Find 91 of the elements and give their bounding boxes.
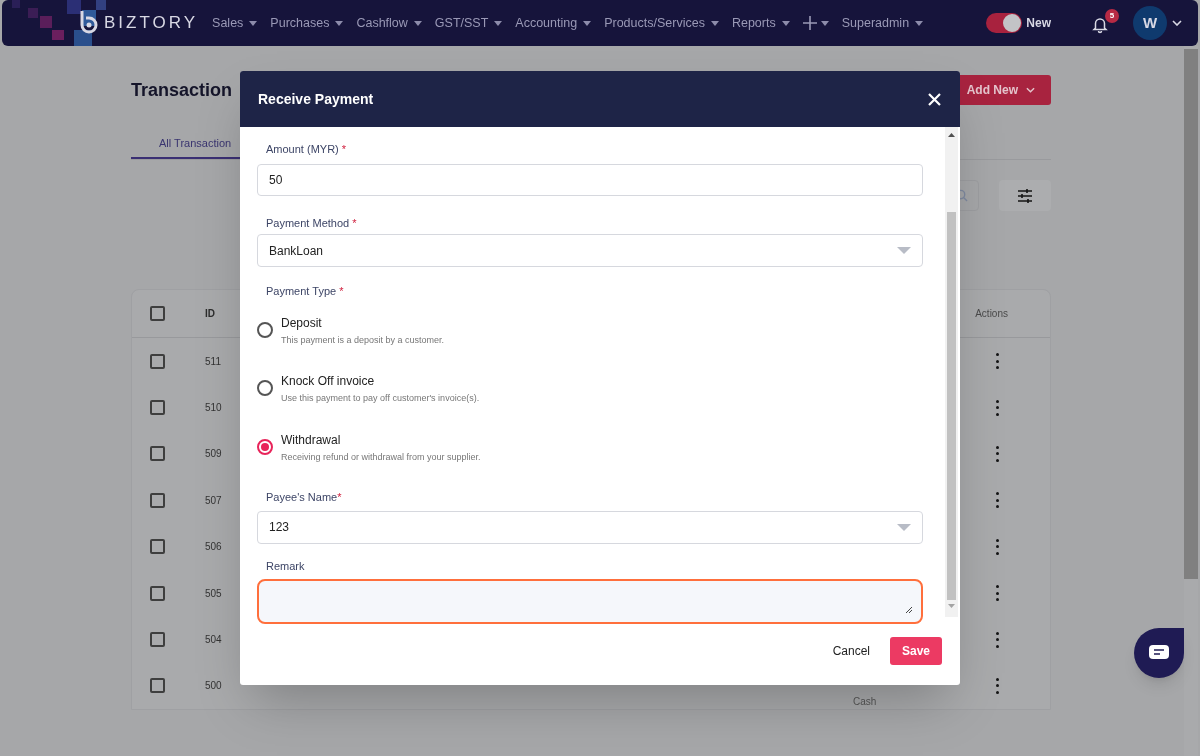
field-label: Remark bbox=[266, 558, 306, 574]
field-label: Amount (MYR) * bbox=[266, 142, 348, 157]
column-header: ID bbox=[205, 307, 215, 321]
dropdown-arrow-icon bbox=[897, 247, 911, 254]
row-checkbox[interactable] bbox=[150, 585, 165, 601]
radio-button[interactable] bbox=[257, 438, 273, 455]
user-avatar[interactable]: W bbox=[1133, 6, 1167, 40]
row-checkbox[interactable] bbox=[150, 632, 165, 648]
select-all-checkbox[interactable] bbox=[150, 306, 165, 321]
table-cell-text: Cash bbox=[853, 694, 877, 709]
brand-name: BIZTORY bbox=[104, 12, 199, 35]
sliders-icon bbox=[1017, 187, 1033, 204]
more-actions-button[interactable] bbox=[995, 631, 999, 648]
logo-icon bbox=[78, 11, 98, 35]
caret-icon bbox=[915, 20, 924, 26]
nav-menu-item[interactable]: Superadmin bbox=[841, 13, 924, 33]
caret-icon bbox=[820, 20, 829, 26]
caret-icon bbox=[710, 20, 719, 26]
id-cell-text: 511 bbox=[205, 354, 221, 369]
remark-textarea[interactable] bbox=[257, 579, 923, 624]
row-checkbox[interactable] bbox=[150, 353, 165, 369]
id-cell-text: 510 bbox=[205, 401, 222, 416]
resize-handle-icon bbox=[905, 606, 913, 614]
nav-menu-item[interactable]: Reports bbox=[731, 13, 790, 33]
field-label: Payee's Name* bbox=[266, 490, 343, 505]
chevron-down-icon bbox=[1026, 87, 1035, 93]
select-field[interactable]: BankLoan bbox=[257, 234, 923, 267]
plus-icon bbox=[802, 16, 817, 30]
bell-icon bbox=[1091, 16, 1109, 34]
more-actions-button[interactable] bbox=[995, 677, 999, 694]
field-label: Payment Type * bbox=[266, 284, 345, 299]
amount-input[interactable]: 50 bbox=[257, 163, 923, 196]
radio-description: This payment is a deposit by a customer. bbox=[281, 333, 445, 347]
notification-count-badge: 5 bbox=[1105, 9, 1119, 23]
field-label: Payment Method * bbox=[266, 215, 358, 231]
row-checkbox[interactable] bbox=[150, 492, 165, 508]
caret-icon bbox=[249, 20, 258, 26]
row-checkbox[interactable] bbox=[150, 400, 165, 416]
more-actions-button[interactable] bbox=[995, 492, 999, 509]
dialog-title: Receive Payment bbox=[258, 89, 374, 109]
more-actions-button[interactable] bbox=[995, 353, 999, 370]
scroll-down-icon bbox=[948, 604, 955, 608]
filter-button[interactable] bbox=[999, 180, 1051, 211]
row-checkbox[interactable] bbox=[150, 678, 165, 694]
nav-menu-item[interactable]: Cashflow bbox=[356, 13, 422, 33]
nav-menu-item[interactable]: Accounting bbox=[515, 13, 592, 33]
more-actions-button[interactable] bbox=[995, 585, 999, 602]
chat-icon bbox=[1149, 645, 1169, 661]
nav-menu-item[interactable]: Products/Services bbox=[604, 13, 719, 33]
id-cell-text: 507 bbox=[205, 493, 222, 508]
radio-description: Receiving refund or withdrawal from your supplier. bbox=[281, 450, 481, 464]
chat-button[interactable] bbox=[1134, 628, 1184, 678]
id-cell-text: 500 bbox=[205, 679, 222, 694]
caret-icon bbox=[494, 20, 503, 26]
scrollbar-thumb[interactable] bbox=[947, 212, 956, 600]
more-actions-button[interactable] bbox=[995, 445, 999, 462]
radio-label: Withdrawal bbox=[281, 431, 342, 449]
radio-label: Deposit bbox=[281, 314, 323, 332]
save-button[interactable]: Save bbox=[890, 637, 942, 665]
column-header: Actions bbox=[975, 307, 1008, 321]
toggle-label: New bbox=[1026, 15, 1051, 32]
id-cell-text: 509 bbox=[205, 447, 222, 462]
id-cell-text: 504 bbox=[205, 633, 222, 648]
select-field[interactable]: 123 bbox=[257, 510, 923, 544]
scroll-up-icon bbox=[948, 133, 955, 137]
nav-menu-item[interactable]: Sales bbox=[212, 13, 258, 33]
caret-icon bbox=[781, 20, 790, 26]
nav-menu-item[interactable]: GST/SST bbox=[434, 13, 503, 33]
more-actions-button[interactable] bbox=[995, 538, 999, 555]
close-button[interactable] bbox=[926, 91, 942, 107]
radio-description: Use this payment to pay off customer's invoice(s). bbox=[281, 392, 480, 405]
more-actions-button[interactable] bbox=[995, 399, 999, 416]
toggle-thumb bbox=[1003, 14, 1022, 32]
caret-icon bbox=[583, 20, 592, 26]
dropdown-arrow-icon bbox=[897, 523, 911, 531]
caret-icon bbox=[413, 20, 422, 26]
add-menu-button[interactable] bbox=[802, 16, 829, 30]
radio-label: Knock Off invoice bbox=[281, 373, 376, 390]
new-toggle-switch[interactable] bbox=[986, 13, 1023, 33]
row-checkbox[interactable] bbox=[150, 446, 165, 462]
caret-icon bbox=[335, 20, 344, 26]
cancel-button[interactable]: Cancel bbox=[830, 642, 872, 660]
id-cell-text: 505 bbox=[205, 586, 222, 601]
chevron-down-icon bbox=[1172, 20, 1182, 26]
id-cell-text: 506 bbox=[205, 540, 222, 555]
radio-button[interactable] bbox=[257, 321, 273, 338]
radio-button[interactable] bbox=[257, 380, 273, 396]
page-title: Transaction bbox=[131, 78, 233, 102]
nav-menu-item[interactable]: Purchases bbox=[270, 13, 344, 33]
close-icon bbox=[927, 92, 941, 106]
row-checkbox[interactable] bbox=[150, 539, 165, 555]
